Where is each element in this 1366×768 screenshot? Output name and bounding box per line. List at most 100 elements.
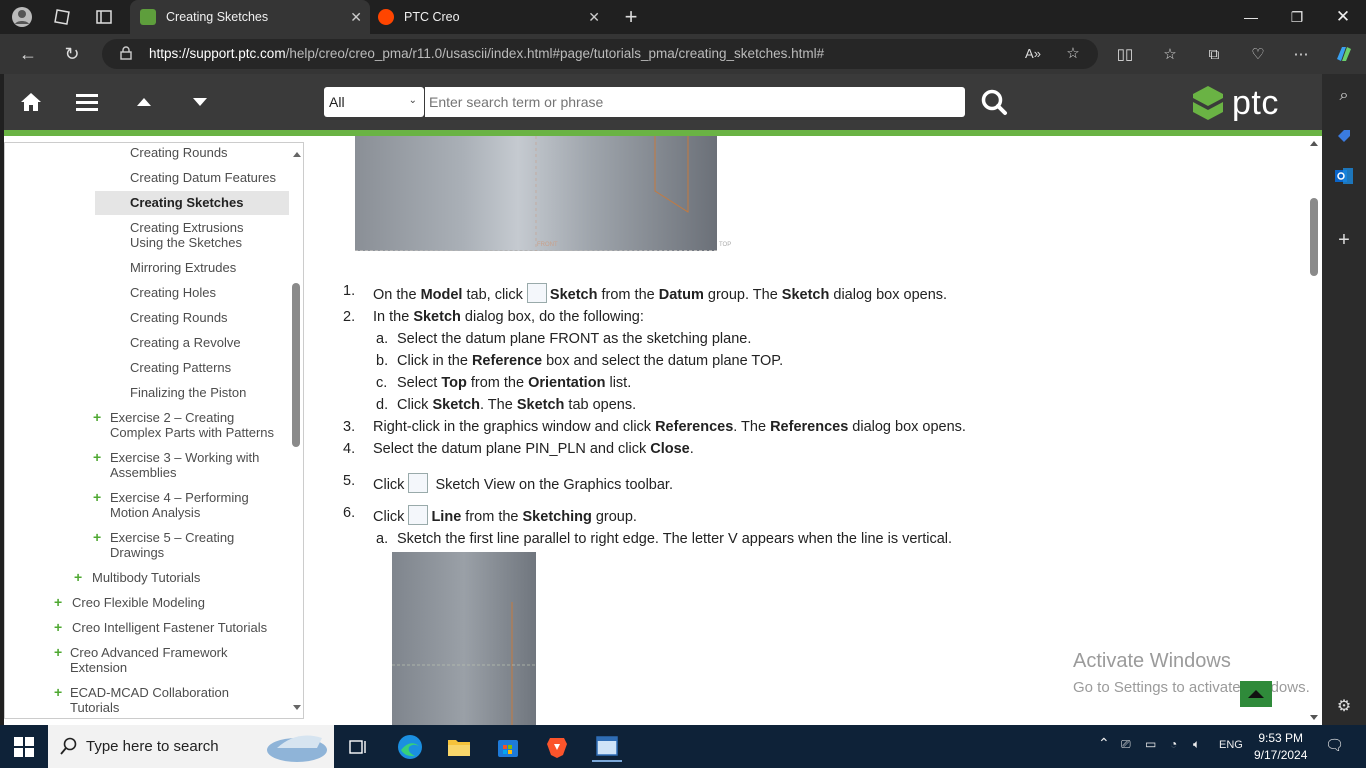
toc-item[interactable]: Creating a Revolve [130, 335, 241, 350]
taskbar-search-placeholder: Type here to search [86, 738, 219, 755]
browser-tab-bar: Creating Sketches ✕ PTC Creo ✕ + — ❐ ✕ [0, 0, 1366, 34]
toc-item[interactable]: Multibody Tutorials [92, 570, 200, 585]
expand-plus-icon[interactable]: + [93, 529, 101, 545]
back-to-top-button[interactable] [1240, 681, 1272, 707]
toc-item[interactable]: Mirroring Extrudes [130, 260, 236, 275]
toc-item[interactable]: Creating Rounds [130, 145, 228, 160]
close-tab-icon[interactable]: ✕ [588, 9, 600, 26]
more-menu-icon[interactable]: ⋯ [1290, 44, 1312, 64]
close-tab-icon[interactable]: ✕ [350, 9, 362, 26]
windows-start-icon[interactable] [9, 732, 39, 762]
search-scope-select[interactable]: All ⌄ [324, 87, 424, 117]
previous-topic-icon[interactable] [129, 88, 159, 116]
tab-title: PTC Creo [404, 10, 460, 24]
active-app-icon[interactable] [592, 732, 622, 762]
search-icon[interactable]: ⌕ [1334, 86, 1354, 106]
expand-plus-icon[interactable]: + [54, 619, 62, 635]
sketch-view-icon [408, 473, 429, 493]
toc-item[interactable]: Creating Rounds [130, 310, 228, 325]
search-scope-value: All [329, 94, 345, 110]
expand-plus-icon[interactable]: + [93, 409, 101, 425]
toc-item[interactable]: Creo Flexible Modeling [72, 595, 205, 610]
chevron-down-icon: ⌄ [408, 95, 417, 106]
toc-item[interactable]: Creo Intelligent Fastener Tutorials [72, 620, 267, 635]
content-scrollbar-thumb[interactable] [1310, 198, 1318, 276]
split-screen-icon[interactable]: ▯▯ [1114, 44, 1136, 64]
notifications-icon[interactable]: 🗨︎ [1325, 736, 1344, 754]
volume-icon[interactable]: 🔈︎ [1193, 737, 1200, 752]
edge-browser-icon[interactable] [395, 732, 425, 762]
lock-icon [120, 46, 132, 60]
workspaces-icon[interactable] [50, 6, 74, 28]
minimize-icon[interactable]: — [1228, 0, 1274, 34]
favorite-star-icon[interactable]: ☆ [1062, 43, 1084, 63]
read-aloud-icon[interactable]: A» [1022, 43, 1044, 63]
tab-actions-icon[interactable] [92, 6, 116, 28]
reddit-favicon-icon [378, 9, 394, 25]
toc-item[interactable]: Creating Datum Features [130, 170, 276, 185]
toc-scrollbar-thumb[interactable] [292, 283, 300, 447]
ptc-logo[interactable]: ptc [1192, 83, 1279, 123]
tab-ptc-creo[interactable]: PTC Creo ✕ [368, 0, 608, 34]
wifi-icon[interactable]: ◔ [1170, 737, 1177, 751]
task-view-icon[interactable] [344, 732, 374, 762]
language-indicator[interactable]: ENG [1219, 739, 1243, 751]
copilot-icon[interactable] [1333, 44, 1355, 64]
model-screenshot-image: FRONT TOP [355, 136, 731, 251]
add-sidebar-icon[interactable]: + [1334, 229, 1354, 251]
web-page: All ⌄ ptc Creating Rounds Creating Datum… [4, 74, 1322, 725]
toc-item-selected[interactable]: Creating Sketches [95, 191, 289, 215]
file-explorer-icon[interactable] [444, 732, 474, 762]
toc-item[interactable]: Exercise 3 – Working with Assemblies [110, 450, 259, 480]
show-hidden-icons-chevron-icon[interactable]: ⌃ [1098, 735, 1110, 752]
expand-plus-icon[interactable]: + [93, 489, 101, 505]
search-button-icon[interactable] [979, 87, 1009, 117]
toc-item[interactable]: Exercise 4 – Performing Motion Analysis [110, 490, 249, 520]
toc-item[interactable]: Exercise 2 – Creating Complex Parts with … [110, 410, 274, 440]
edge-sidebar: ⌕ + ⚙ [1322, 74, 1366, 725]
browser-nav-bar: ← ↻ https://support.ptc.com/help/creo/cr… [0, 34, 1366, 74]
search-input[interactable] [425, 87, 965, 117]
brave-browser-icon[interactable] [542, 732, 572, 762]
taskbar-search-box[interactable]: Type here to search [48, 725, 334, 768]
toc-item[interactable]: Creating Patterns [130, 360, 231, 375]
search-icon [60, 737, 77, 755]
performance-icon[interactable]: ♡ [1247, 44, 1269, 64]
menu-icon[interactable] [72, 88, 102, 116]
sketch-screenshot-image [392, 552, 536, 725]
expand-plus-icon[interactable]: + [74, 569, 82, 585]
refresh-icon[interactable]: ↻ [58, 42, 86, 66]
new-tab-icon[interactable]: + [619, 4, 643, 29]
collections-icon[interactable]: ⧉ [1203, 44, 1225, 64]
close-window-icon[interactable]: ✕ [1320, 0, 1366, 34]
toc-item[interactable]: Finalizing the Piston [130, 385, 246, 400]
home-icon[interactable] [16, 88, 46, 116]
toc-item[interactable]: ECAD-MCAD Collaboration Tutorials [70, 685, 229, 715]
favorites-icon[interactable]: ☆ [1159, 44, 1181, 64]
back-icon[interactable]: ← [14, 42, 42, 66]
expand-plus-icon[interactable]: + [93, 449, 101, 465]
meet-now-icon[interactable]: ⎚ [1121, 737, 1131, 752]
toc-item[interactable]: Creating Holes [130, 285, 216, 300]
toc-item[interactable]: Creating Extrusions Using the Sketches [130, 220, 243, 250]
restore-icon[interactable]: ❐ [1274, 0, 1320, 34]
datum-label-front: FRONT [537, 242, 558, 248]
outlook-icon[interactable] [1334, 166, 1354, 186]
address-bar[interactable]: https://support.ptc.com/help/creo/creo_p… [102, 39, 1098, 69]
expand-plus-icon[interactable]: + [54, 594, 62, 610]
settings-gear-icon[interactable]: ⚙ [1334, 696, 1354, 716]
toc-item[interactable]: Exercise 5 – Creating Drawings [110, 530, 234, 560]
tab-title: Creating Sketches [166, 10, 269, 24]
system-clock[interactable]: 9:53 PM 9/17/2024 [1254, 730, 1307, 764]
expand-plus-icon[interactable]: + [54, 684, 62, 700]
battery-icon[interactable]: ▭ [1145, 737, 1156, 751]
windows-taskbar: Type here to search ⌃ ⎚ ▭ ◔ 🔈︎ ENG 9:53 … [0, 725, 1366, 768]
toc-item[interactable]: Creo Advanced Framework Extension [70, 645, 228, 675]
next-topic-icon[interactable] [185, 88, 215, 116]
tab-creating-sketches[interactable]: Creating Sketches ✕ [130, 0, 370, 34]
microsoft-store-icon[interactable] [493, 732, 523, 762]
activate-windows-watermark: Activate Windows Go to Settings to activ… [1073, 650, 1310, 696]
shopping-tag-icon[interactable] [1334, 126, 1354, 146]
profile-icon[interactable] [10, 6, 34, 28]
expand-plus-icon[interactable]: + [54, 644, 62, 660]
